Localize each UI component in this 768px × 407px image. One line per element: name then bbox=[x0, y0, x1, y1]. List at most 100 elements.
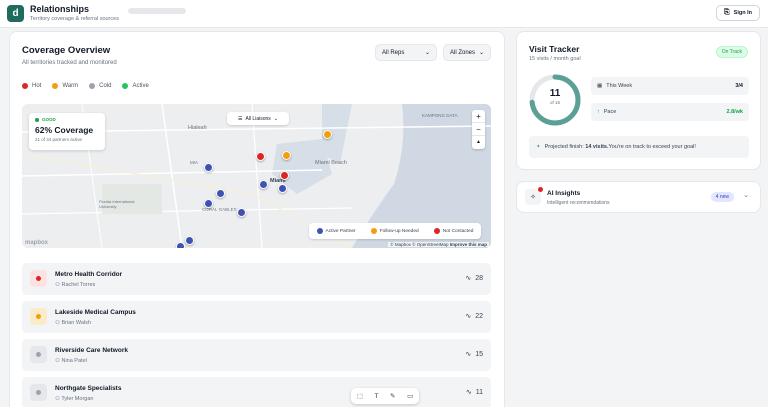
partner-person: ⚇ Brian Walsh bbox=[55, 320, 91, 326]
floating-toolbar: ⬚ T ✎ ▭ bbox=[351, 388, 419, 404]
map-pin[interactable] bbox=[256, 152, 265, 161]
status-legend: Hot Warm Cold Active bbox=[22, 83, 149, 89]
on-track-badge: On Track bbox=[715, 46, 748, 58]
partner-name: Metro Health Corridor bbox=[55, 271, 123, 278]
status-hot-icon bbox=[30, 270, 47, 287]
comment-tool-icon[interactable]: ▭ bbox=[407, 392, 413, 400]
legend-hot: Hot bbox=[22, 83, 41, 89]
partner-count: ∿ 11 bbox=[465, 388, 483, 397]
visit-tracker-subtitle: 15 visits / month goal bbox=[529, 56, 581, 62]
status-cold-icon bbox=[30, 384, 47, 401]
projection-note: ✦ Projected finish: 14 visits.You're on … bbox=[529, 136, 749, 158]
partner-count: ∿ 22 bbox=[465, 312, 483, 321]
chevron-down-icon: ⌄ bbox=[273, 115, 278, 122]
ai-insights-title: AI Insights bbox=[547, 190, 581, 197]
this-week-stat: ▦ This Week 3/4 bbox=[591, 77, 749, 95]
map-pin[interactable] bbox=[280, 171, 289, 180]
text-tool-icon[interactable]: T bbox=[375, 393, 379, 400]
legend-follow-up: Follow-up Needed bbox=[370, 228, 419, 234]
arrow-up-icon: ↑ bbox=[597, 109, 600, 115]
partner-count: ∿ 15 bbox=[465, 350, 483, 359]
calendar-icon: ▦ bbox=[597, 83, 603, 89]
ai-insights-desc: Intelligent recommendations bbox=[547, 200, 610, 206]
partner-count: ∿ 28 bbox=[465, 274, 483, 283]
signin-icon: ⎘ bbox=[724, 9, 730, 16]
pace-stat: ↑ Pace 2.8/wk bbox=[591, 103, 749, 121]
zones-dropdown[interactable]: All Zones ⌄ bbox=[443, 44, 491, 61]
app-title: Relationships bbox=[30, 4, 90, 14]
coverage-percent: 62% Coverage bbox=[35, 125, 94, 135]
map-label-hialeah: Hialeah bbox=[188, 125, 207, 131]
status-warm-icon bbox=[30, 308, 47, 325]
mapbox-link[interactable]: © Mapbox bbox=[390, 242, 411, 247]
partner-name: Northgate Specialists bbox=[55, 385, 122, 392]
pen-tool-icon[interactable]: ✎ bbox=[390, 392, 395, 400]
map-pin[interactable] bbox=[185, 236, 194, 245]
map-pin[interactable] bbox=[278, 184, 287, 193]
zoom-out-button[interactable]: − bbox=[472, 123, 485, 136]
partner-name: Riverside Care Network bbox=[55, 347, 128, 354]
status-cold-icon bbox=[30, 346, 47, 363]
chevron-down-icon[interactable]: ⌄ bbox=[743, 191, 749, 199]
chevron-down-icon: ⌄ bbox=[478, 50, 484, 56]
filter-icon: ☰ bbox=[238, 115, 243, 122]
map-pin[interactable] bbox=[282, 151, 291, 160]
activity-icon: ∿ bbox=[465, 389, 472, 396]
activity-icon: ∿ bbox=[465, 313, 472, 320]
this-week-value: 3/4 bbox=[735, 83, 743, 89]
reps-value: All Reps bbox=[382, 49, 405, 56]
map-pin[interactable] bbox=[216, 189, 225, 198]
partner-row[interactable]: Riverside Care Network ⚇ Nina Patel ∿ 15 bbox=[22, 339, 491, 371]
liaisons-filter[interactable]: ☰ All Liaisons ⌄ bbox=[227, 112, 289, 125]
liaisons-value: All Liaisons bbox=[245, 115, 271, 122]
notification-dot bbox=[538, 187, 543, 192]
partner-name: Lakeside Medical Campus bbox=[55, 309, 136, 316]
map-pin[interactable] bbox=[323, 130, 332, 139]
map-label-fiu: Florida International University bbox=[99, 199, 135, 209]
app-subtitle: Territory coverage & referral sources bbox=[30, 16, 119, 22]
map-label-kampong: KAMPONG DATA bbox=[422, 113, 458, 118]
legend-not-contacted: Not Contacted bbox=[433, 228, 473, 234]
activity-icon: ∿ bbox=[465, 351, 472, 358]
coverage-subtitle: All territories tracked and monitored bbox=[22, 60, 117, 66]
map-label-miami-beach: Miami Beach bbox=[315, 160, 347, 166]
improve-map-link[interactable]: Improve this map bbox=[450, 242, 487, 247]
osm-link[interactable]: © OpenStreetMap bbox=[412, 242, 448, 247]
map-pin[interactable] bbox=[237, 208, 246, 217]
map-legend: Active Partner Follow-up Needed Not Cont… bbox=[309, 223, 481, 239]
compass-button[interactable]: ▲ bbox=[472, 136, 485, 149]
coverage-title: Coverage Overview bbox=[22, 45, 111, 56]
ai-insights-card[interactable]: ✧ AI Insights Intelligent recommendation… bbox=[516, 181, 761, 213]
coverage-status: GOOD bbox=[35, 117, 99, 122]
app-header: d Relationships Territory coverage & ref… bbox=[0, 0, 768, 28]
partner-person: ⚇ Rachel Torres bbox=[55, 282, 96, 288]
visits-count: 11 bbox=[549, 88, 561, 99]
territory-map[interactable]: Hialeah Miami Beach Miami MIA CORAL GABL… bbox=[22, 104, 491, 248]
progress-ring-text: 11 of 15 bbox=[528, 73, 582, 127]
sparkle-icon: ✦ bbox=[536, 144, 541, 150]
zoom-controls: + − ▲ bbox=[472, 110, 485, 149]
coverage-overview-card: Coverage Overview All territories tracke… bbox=[9, 31, 505, 407]
map-pin[interactable] bbox=[259, 180, 268, 189]
sign-in-button[interactable]: ⎘ Sign In bbox=[716, 5, 760, 21]
map-pin[interactable] bbox=[204, 163, 213, 172]
legend-warm: Warm bbox=[52, 83, 78, 89]
partner-row[interactable]: Metro Health Corridor ⚇ Rachel Torres ∿ 2… bbox=[22, 263, 491, 295]
sign-in-label: Sign In bbox=[733, 10, 752, 16]
map-pin[interactable] bbox=[176, 242, 185, 248]
partner-row[interactable]: Lakeside Medical Campus ⚇ Brian Walsh ∿ 2… bbox=[22, 301, 491, 333]
loading-placeholder bbox=[128, 8, 186, 14]
partner-row[interactable]: Northgate Specialists ⚇ Tyler Morgan ∿ 11 bbox=[22, 377, 491, 407]
zoom-in-button[interactable]: + bbox=[472, 110, 485, 123]
mapbox-logo: mapbox bbox=[25, 240, 49, 246]
legend-cold: Cold bbox=[89, 83, 111, 89]
map-attribution: © Mapbox © OpenStreetMap Improve this ma… bbox=[388, 242, 489, 247]
map-pin[interactable] bbox=[204, 199, 213, 208]
reps-dropdown[interactable]: All Reps ⌄ bbox=[375, 44, 437, 61]
legend-active: Active bbox=[122, 83, 149, 89]
coverage-detail: 21 of 34 partners active bbox=[35, 137, 83, 142]
partner-person: ⚇ Tyler Morgan bbox=[55, 396, 94, 402]
select-tool-icon[interactable]: ⬚ bbox=[357, 392, 363, 400]
app-logo: d bbox=[7, 5, 24, 22]
partner-person: ⚇ Nina Patel bbox=[55, 358, 87, 364]
